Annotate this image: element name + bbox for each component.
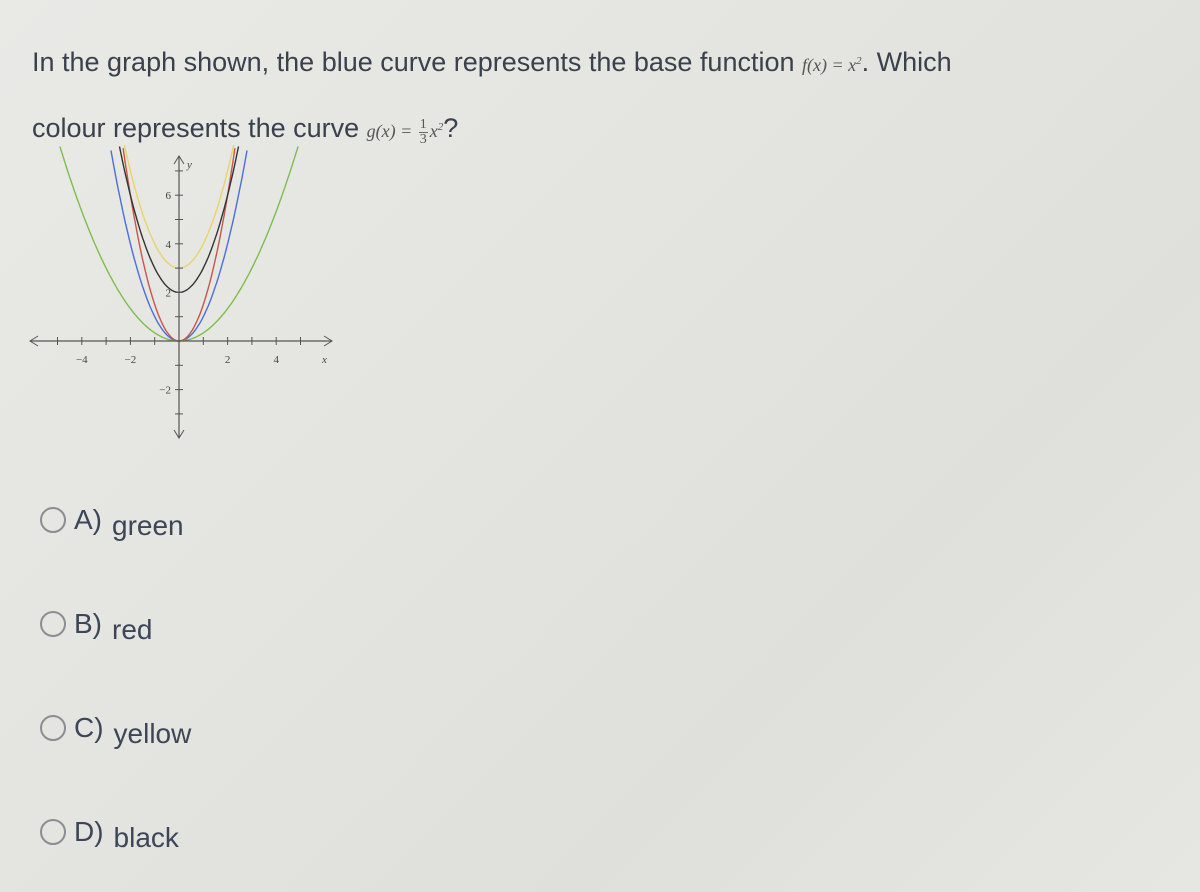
fraction: 13: [418, 117, 428, 148]
question-part-1: In the graph shown, the blue curve repre…: [32, 47, 802, 77]
radio-button[interactable]: [40, 507, 66, 533]
target-function-formula: g(x) = 1 3 x2: [366, 118, 444, 147]
option-letter: A): [74, 504, 102, 535]
question-part-3: colour represents the curve: [32, 113, 367, 143]
option-text: green: [112, 510, 184, 541]
option-text: yellow: [113, 718, 192, 749]
f-formula-text: f(x) = x: [802, 55, 857, 75]
y-tick-label: 4: [166, 239, 172, 251]
option-d[interactable]: D) black: [40, 816, 179, 853]
x-tick-label: −2: [125, 354, 137, 366]
option-letter: B): [74, 608, 102, 639]
x-tick-label: 2: [225, 354, 231, 366]
option-a[interactable]: A) green: [40, 504, 184, 541]
option-letter: D): [74, 816, 104, 847]
option-text: red: [112, 614, 153, 645]
base-function-formula: f(x) = x2: [802, 55, 862, 75]
g-formula-variable: x: [429, 121, 438, 141]
x-tick-label: −4: [76, 354, 88, 366]
radio-button[interactable]: [40, 819, 66, 845]
radio-button[interactable]: [40, 611, 66, 637]
x-tick-label: 4: [273, 354, 279, 366]
question-part-2: . Which: [861, 47, 952, 77]
option-text: black: [113, 822, 179, 853]
x-axis-label: x: [321, 354, 327, 366]
option-letter: C): [74, 712, 104, 743]
question-part-4: ?: [443, 113, 459, 143]
parabola-graph: −4 −2 2 4 −2 2 4 6 x y: [29, 144, 333, 439]
g-formula-lhs: g(x) =: [366, 121, 413, 141]
y-tick-label: −2: [159, 385, 171, 397]
fraction-denominator: 3: [419, 132, 427, 148]
y-tick-label: 6: [166, 190, 172, 202]
option-c[interactable]: C) yellow: [40, 712, 191, 749]
radio-button[interactable]: [40, 715, 66, 741]
fraction-numerator: 1: [418, 117, 428, 134]
option-b[interactable]: B) red: [40, 608, 152, 645]
y-axis-label: y: [186, 159, 192, 171]
y-tick-label: 2: [166, 287, 172, 299]
question-line-1: In the graph shown, the blue curve repre…: [32, 30, 1172, 96]
